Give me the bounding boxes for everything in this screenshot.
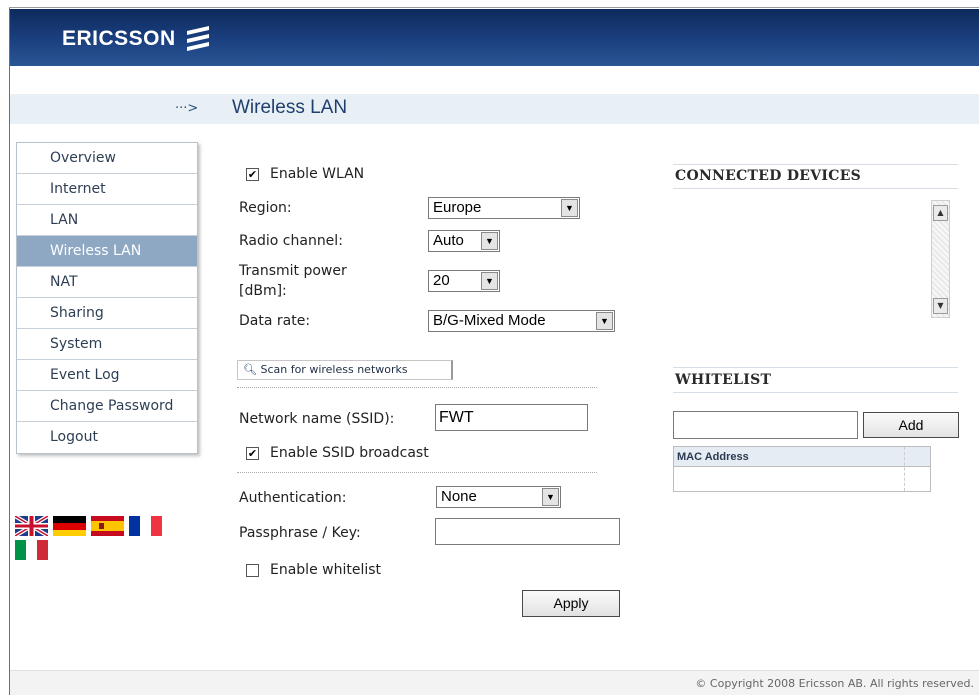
ssid-input[interactable]: FWT: [435, 404, 588, 431]
chevron-down-icon[interactable]: ▼: [542, 488, 559, 506]
french-flag-icon[interactable]: [129, 516, 162, 536]
sidebar-nav: Overview Internet LAN Wireless LAN NAT S…: [16, 142, 198, 454]
region-select-value: Europe: [433, 199, 482, 216]
chevron-down-icon[interactable]: ▼: [596, 312, 613, 330]
spanish-flag-icon[interactable]: [91, 516, 124, 536]
region-label: Region:: [239, 200, 292, 216]
radio-channel-select-value: Auto: [433, 232, 464, 249]
italian-flag-icon[interactable]: [15, 540, 48, 560]
ericsson-logo-icon: [187, 26, 209, 51]
sidebar-item-logout[interactable]: Logout: [17, 422, 197, 453]
section-divider: [237, 472, 597, 473]
sidebar-item-internet[interactable]: Internet: [17, 174, 197, 205]
passphrase-input[interactable]: [435, 518, 620, 545]
authentication-select-value: None: [441, 488, 477, 505]
passphrase-label: Passphrase / Key:: [239, 525, 361, 541]
scan-wireless-networks-button[interactable]: 🔍︎ Scan for wireless networks: [237, 360, 453, 380]
whitelist-rule: [673, 392, 958, 393]
window-top-strip: [9, 0, 979, 8]
radio-channel-select[interactable]: Auto ▼: [428, 230, 500, 252]
chevron-down-icon[interactable]: ▼: [481, 272, 498, 290]
enable-ssid-broadcast-checkbox[interactable]: ✔: [246, 447, 259, 460]
header-banner: ERICSSON: [10, 9, 979, 66]
footer: © Copyright 2008 Ericsson AB. All rights…: [10, 670, 979, 695]
authentication-select[interactable]: None ▼: [436, 486, 561, 508]
connected-devices-rule: [673, 164, 958, 165]
scroll-down-icon[interactable]: ▼: [933, 298, 948, 314]
whitelist-rule: [673, 367, 958, 368]
data-rate-select[interactable]: B/G-Mixed Mode ▼: [428, 310, 615, 332]
connected-devices-rule: [673, 188, 958, 189]
sidebar-item-sharing[interactable]: Sharing: [17, 298, 197, 329]
transmit-power-select[interactable]: 20 ▼: [428, 270, 500, 292]
enable-ssid-broadcast-label: Enable SSID broadcast: [270, 445, 429, 461]
connected-devices-scrollbar[interactable]: ▲ ▼: [931, 200, 950, 318]
chevron-down-icon[interactable]: ▼: [481, 232, 498, 250]
ericsson-logo-text: ERICSSON: [62, 27, 176, 50]
enable-wlan-checkbox[interactable]: ✔: [246, 168, 259, 181]
enable-wlan-label: Enable WLAN: [270, 166, 365, 182]
connected-devices-heading: CONNECTED DEVICES: [675, 168, 862, 184]
sidebar-item-nat[interactable]: NAT: [17, 267, 197, 298]
radio-channel-label: Radio channel:: [239, 233, 343, 249]
section-divider: [237, 387, 597, 388]
ssid-label: Network name (SSID):: [239, 411, 395, 427]
mac-address-table: MAC Address: [673, 446, 931, 492]
title-bar: ···> Wireless LAN: [10, 94, 979, 124]
transmit-power-unit-label: [dBm]:: [239, 283, 287, 299]
german-flag-icon[interactable]: [53, 516, 86, 536]
search-icon: 🔍︎: [243, 363, 257, 376]
sidebar-item-change-password[interactable]: Change Password: [17, 391, 197, 422]
whitelist-mac-input[interactable]: [673, 411, 858, 439]
sidebar-item-system[interactable]: System: [17, 329, 197, 360]
whitelist-heading: WHITELIST: [675, 372, 772, 388]
enable-whitelist-checkbox[interactable]: [246, 564, 259, 577]
sidebar-item-overview[interactable]: Overview: [17, 143, 197, 174]
authentication-label: Authentication:: [239, 490, 347, 506]
sidebar-item-wireless-lan[interactable]: Wireless LAN: [17, 236, 197, 267]
chevron-down-icon[interactable]: ▼: [561, 199, 578, 217]
sidebar-item-lan[interactable]: LAN: [17, 205, 197, 236]
region-select[interactable]: Europe ▼: [428, 197, 580, 219]
data-rate-select-value: B/G-Mixed Mode: [433, 312, 546, 329]
english-flag-icon[interactable]: [15, 516, 48, 536]
scan-button-label: Scan for wireless networks: [260, 363, 408, 376]
mac-address-column-header: MAC Address: [674, 447, 930, 467]
add-mac-button[interactable]: Add: [863, 412, 959, 438]
copyright-text: © Copyright 2008 Ericsson AB. All rights…: [695, 677, 974, 690]
scroll-up-icon[interactable]: ▲: [933, 205, 948, 221]
page-title: Wireless LAN: [232, 97, 348, 118]
transmit-power-select-value: 20: [433, 272, 450, 289]
enable-whitelist-label: Enable whitelist: [270, 562, 382, 578]
data-rate-label: Data rate:: [239, 313, 311, 329]
table-column-divider: [904, 447, 905, 491]
apply-button[interactable]: Apply: [522, 590, 620, 617]
sidebar-item-event-log[interactable]: Event Log: [17, 360, 197, 391]
breadcrumb-arrow-icon: ···>: [175, 101, 199, 116]
transmit-power-label: Transmit power: [239, 263, 347, 279]
